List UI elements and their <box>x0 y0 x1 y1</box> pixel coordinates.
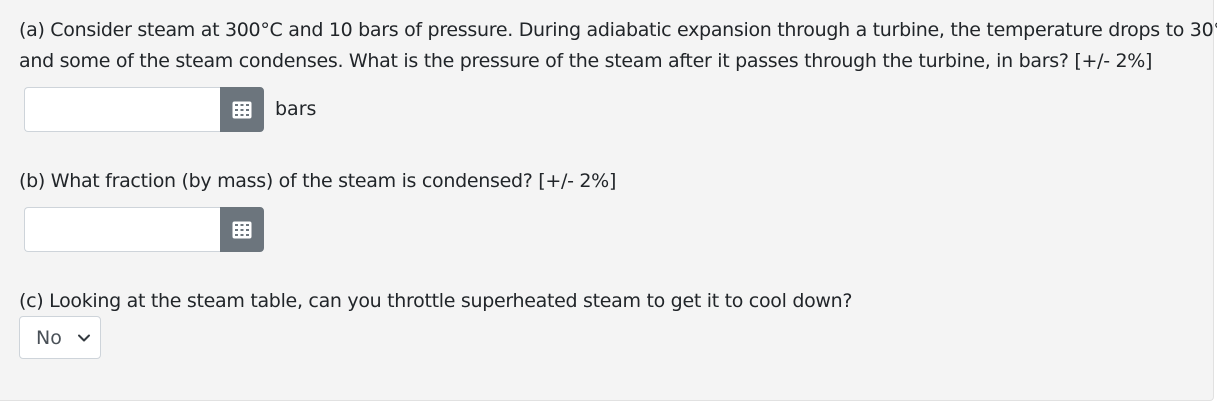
answer-b-group <box>24 207 264 252</box>
answer-b-input[interactable] <box>24 207 220 252</box>
calculator-icon <box>232 221 252 238</box>
answer-a-unit-label: bars <box>275 98 317 120</box>
chevron-down-icon <box>78 334 90 342</box>
answer-a-input[interactable] <box>24 87 220 132</box>
calculator-icon <box>232 101 252 118</box>
answer-b-calculator-button[interactable] <box>220 207 264 252</box>
question-c-text: (c) Looking at the steam table, can you … <box>19 290 853 312</box>
question-a-line-2: and some of the steam condenses. What is… <box>19 50 1153 72</box>
answer-a-group <box>24 87 264 132</box>
question-b-text: (b) What fraction (by mass) of the steam… <box>19 170 617 192</box>
question-panel: (a) Consider steam at 300°C and 10 bars … <box>0 0 1217 401</box>
question-a-line-1: (a) Consider steam at 300°C and 10 bars … <box>19 19 1217 41</box>
answer-a-calculator-button[interactable] <box>220 87 264 132</box>
answer-c-select[interactable]: No <box>19 316 101 359</box>
answer-c-selected-value: No <box>36 326 62 349</box>
